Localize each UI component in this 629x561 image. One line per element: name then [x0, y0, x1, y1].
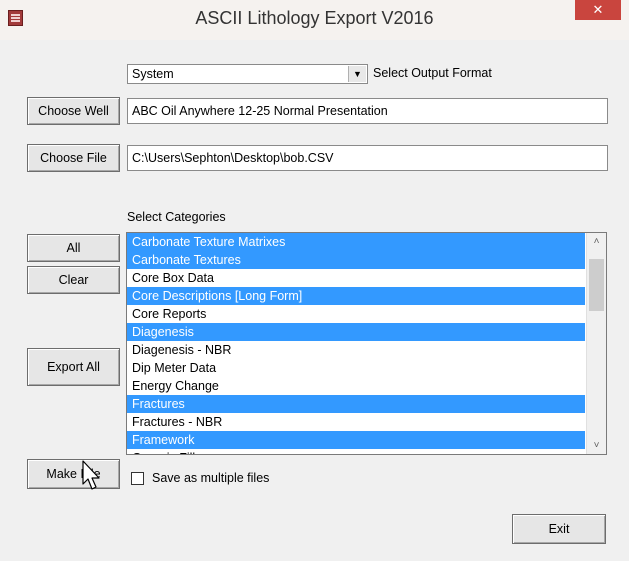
categories-label: Select Categories — [127, 210, 226, 224]
scroll-down-icon[interactable]: ˅ — [587, 437, 606, 454]
make-file-button[interactable]: Make File — [27, 459, 120, 489]
scroll-thumb[interactable] — [589, 259, 604, 311]
category-item[interactable]: Core Reports — [127, 305, 585, 323]
category-item[interactable]: Fractures — [127, 395, 585, 413]
category-item[interactable]: Framework — [127, 431, 585, 449]
title-bar: ASCII Lithology Export V2016 ✕ — [0, 0, 629, 40]
output-format-value: System — [132, 67, 174, 81]
category-item[interactable]: Diagenesis — [127, 323, 585, 341]
file-path-field[interactable]: C:\Users\Sephton\Desktop\bob.CSV — [127, 145, 608, 171]
category-item[interactable]: Fractures - NBR — [127, 413, 585, 431]
category-item[interactable]: Energy Change — [127, 377, 585, 395]
category-item[interactable]: Carbonate Textures — [127, 251, 585, 269]
category-item[interactable]: Core Descriptions [Long Form] — [127, 287, 585, 305]
clear-button[interactable]: Clear — [27, 266, 120, 294]
categories-listbox[interactable]: Carbonate Texture Matrixes Carbonate Text… — [126, 232, 607, 455]
category-item[interactable]: Diagenesis - NBR — [127, 341, 585, 359]
select-all-button[interactable]: All — [27, 234, 120, 262]
category-item[interactable]: Dip Meter Data — [127, 359, 585, 377]
category-item[interactable]: Core Box Data — [127, 269, 585, 287]
choose-well-button[interactable]: Choose Well — [27, 97, 120, 125]
close-icon: ✕ — [592, 2, 604, 17]
category-item[interactable]: Generic Fills — [127, 449, 585, 454]
multiple-files-checkbox[interactable] — [131, 472, 144, 485]
exit-button[interactable]: Exit — [512, 514, 606, 544]
category-item[interactable]: Carbonate Texture Matrixes — [127, 233, 585, 251]
mouse-pointer-icon — [82, 460, 100, 490]
close-button[interactable]: ✕ — [575, 0, 621, 20]
export-window: ASCII Lithology Export V2016 ✕ System ▼ … — [0, 0, 629, 561]
output-format-select[interactable]: System ▼ — [127, 64, 368, 84]
output-format-label: Select Output Format — [373, 66, 492, 80]
choose-file-button[interactable]: Choose File — [27, 144, 120, 172]
well-name-field[interactable]: ABC Oil Anywhere 12-25 Normal Presentati… — [127, 98, 608, 124]
export-all-button[interactable]: Export All — [27, 348, 120, 386]
window-title: ASCII Lithology Export V2016 — [195, 8, 434, 28]
listbox-scrollbar[interactable]: ˄ ˅ — [586, 233, 606, 454]
chevron-down-icon[interactable]: ▼ — [348, 66, 366, 82]
multiple-files-label: Save as multiple files — [152, 471, 270, 485]
scroll-up-icon[interactable]: ˄ — [587, 233, 606, 250]
